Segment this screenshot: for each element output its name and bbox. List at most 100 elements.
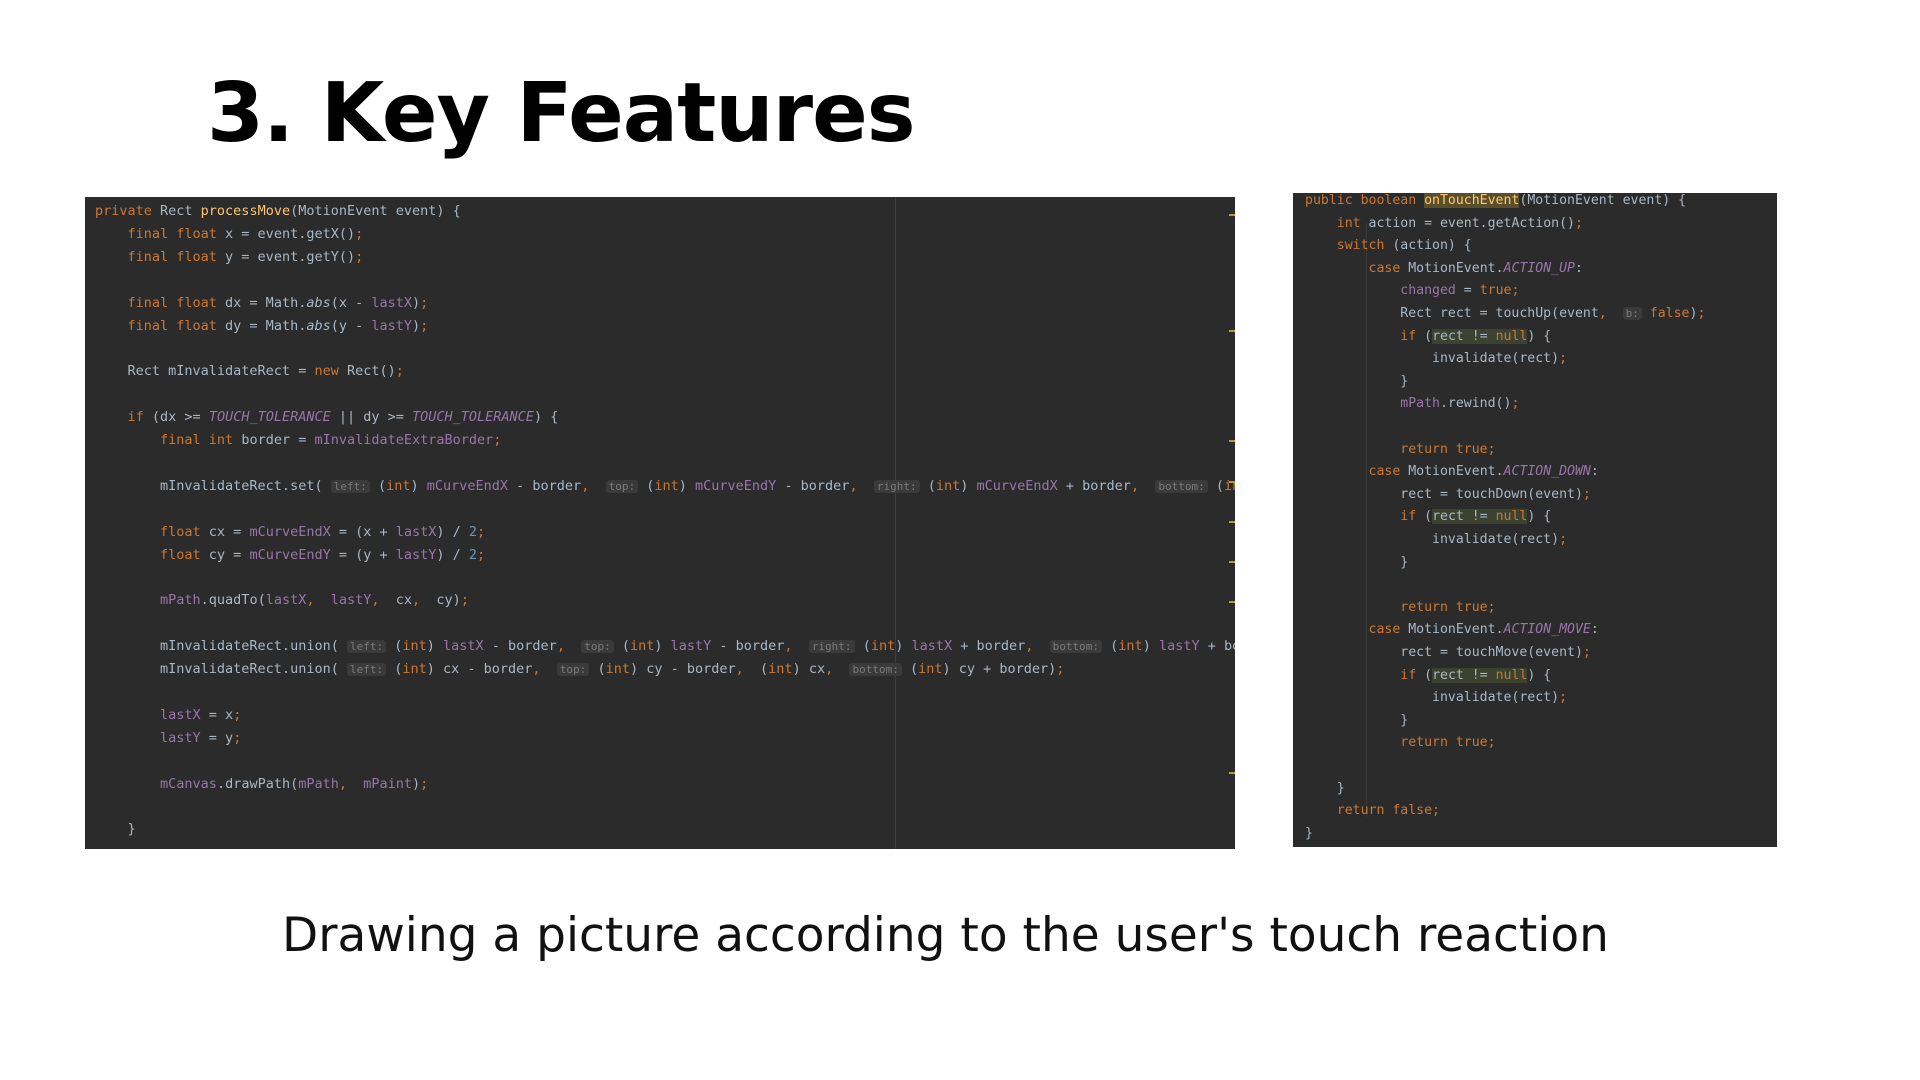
code-line: rect = touchDown(event); (1305, 487, 1591, 502)
scroll-marker (1229, 521, 1235, 523)
code-token: int (870, 638, 896, 655)
code-token: bottom: (1049, 640, 1103, 654)
code-token: int (1223, 477, 1235, 494)
code-token: cx = (208, 523, 250, 540)
code-token: , (784, 638, 809, 655)
code-token: true (1479, 283, 1512, 299)
code-token: ) cy + border) (942, 661, 1057, 677)
code-token: ) (654, 638, 671, 655)
code-line: } (1305, 555, 1408, 570)
code-token: lastX (395, 523, 437, 540)
code-token: ) / (436, 546, 469, 563)
code-token: (x - (330, 294, 372, 311)
code-token: ( (638, 477, 655, 494)
code-token: ACTION_MOVE (1503, 622, 1591, 638)
code-token: return true (1400, 599, 1488, 615)
code-line: final float y = event.getY(); (95, 249, 364, 265)
code-token: if (1400, 509, 1425, 525)
scroll-marker (1229, 601, 1235, 603)
code-token: : (1590, 622, 1599, 638)
code-token: } (1305, 780, 1345, 796)
code-token: cy) (436, 592, 461, 609)
code-token: , (825, 661, 850, 677)
code-token: mPath (1400, 396, 1440, 412)
code-token: lastY (371, 317, 412, 334)
code-token: ( (613, 638, 630, 655)
code-token: ACTION_DOWN (1503, 464, 1591, 480)
code-token: , (306, 592, 331, 609)
code-token: (MotionEvent event) { (1519, 193, 1687, 208)
code-line: case MotionEvent.ACTION_DOWN: (1305, 464, 1599, 479)
code-token: = (y + (330, 546, 396, 563)
code-token: , (338, 775, 364, 792)
code-token: TOUCH_TOLERANCE (208, 409, 331, 426)
code-token: : (1590, 464, 1599, 480)
code-token: , (532, 661, 557, 677)
code-token: ; (1511, 396, 1520, 412)
code-token: rect = touchDown(event) (1305, 486, 1583, 502)
code-line: } (1305, 826, 1313, 841)
code-token: final float (95, 317, 226, 334)
code-line: Rect rect = touchUp(event, b: false); (1305, 306, 1705, 321)
code-line: } (1305, 781, 1345, 796)
code-token: ; (460, 592, 469, 609)
code-token: onTouchEvent (1424, 193, 1520, 208)
code-token: + border (1057, 477, 1131, 494)
code-line: invalidate(rect); (1305, 351, 1567, 366)
code-token: float (95, 523, 209, 540)
code-token: (action) { (1392, 238, 1472, 254)
code-token: .quadTo( (200, 592, 266, 609)
code-token: int (768, 661, 793, 677)
code-token: } (1305, 373, 1409, 389)
code-screenshot-process-move: private Rect processMove(MotionEvent eve… (85, 197, 1235, 849)
code-token: case (1368, 260, 1409, 276)
code-line: if (dx >= TOUCH_TOLERANCE || dy >= TOUCH… (95, 409, 559, 426)
code-line: mPath.quadTo(lastX, lastY, cx, cy); (95, 592, 469, 608)
code-token: ( (901, 661, 919, 677)
code-token: ) { (1527, 328, 1552, 344)
code-token: || dy >= (330, 409, 413, 426)
code-line: float cx = mCurveEndX = (x + lastX) / 2; (95, 524, 485, 540)
code-line: final float x = event.getX(); (95, 225, 364, 242)
code-token: invalidate(rect) (1305, 532, 1560, 547)
code-token: ( (1424, 667, 1433, 683)
scroll-marker (1229, 440, 1235, 442)
code-token: ; (1487, 441, 1496, 457)
code-token: ; (493, 432, 502, 448)
code-token: changed (1400, 283, 1456, 299)
code-token: mInvalidateRect.set( (95, 477, 331, 494)
code-token: x = event.getX() (225, 225, 356, 242)
code-line: return true; (1305, 599, 1495, 615)
code-token: lastX (371, 294, 412, 311)
code-token: ( (369, 477, 387, 494)
code-token: = y (200, 729, 234, 746)
code-token: ; (395, 363, 404, 380)
code-token: ( (760, 661, 769, 677)
code-line: Rect mInvalidateRect = new Rect(); (95, 363, 404, 379)
code-token: int (402, 661, 427, 677)
code-token: TOUCH_TOLERANCE (412, 409, 534, 426)
code-token: ; (420, 317, 429, 334)
code-token: , (581, 477, 606, 494)
code-token: , (735, 661, 761, 677)
slide-title: 3. Key Features (207, 66, 916, 161)
code-token: lastX (265, 592, 307, 609)
code-token: ) (412, 775, 421, 792)
code-token: : (1574, 260, 1583, 276)
code-token: left: (330, 479, 370, 493)
code-token: (dx >= (151, 409, 209, 426)
code-token: int (935, 477, 961, 494)
code-token: mCanvas (160, 775, 217, 792)
scroll-marker (1229, 561, 1235, 563)
code-token: invalidate(rect) (1305, 690, 1560, 706)
code-token: 2 (468, 546, 478, 563)
